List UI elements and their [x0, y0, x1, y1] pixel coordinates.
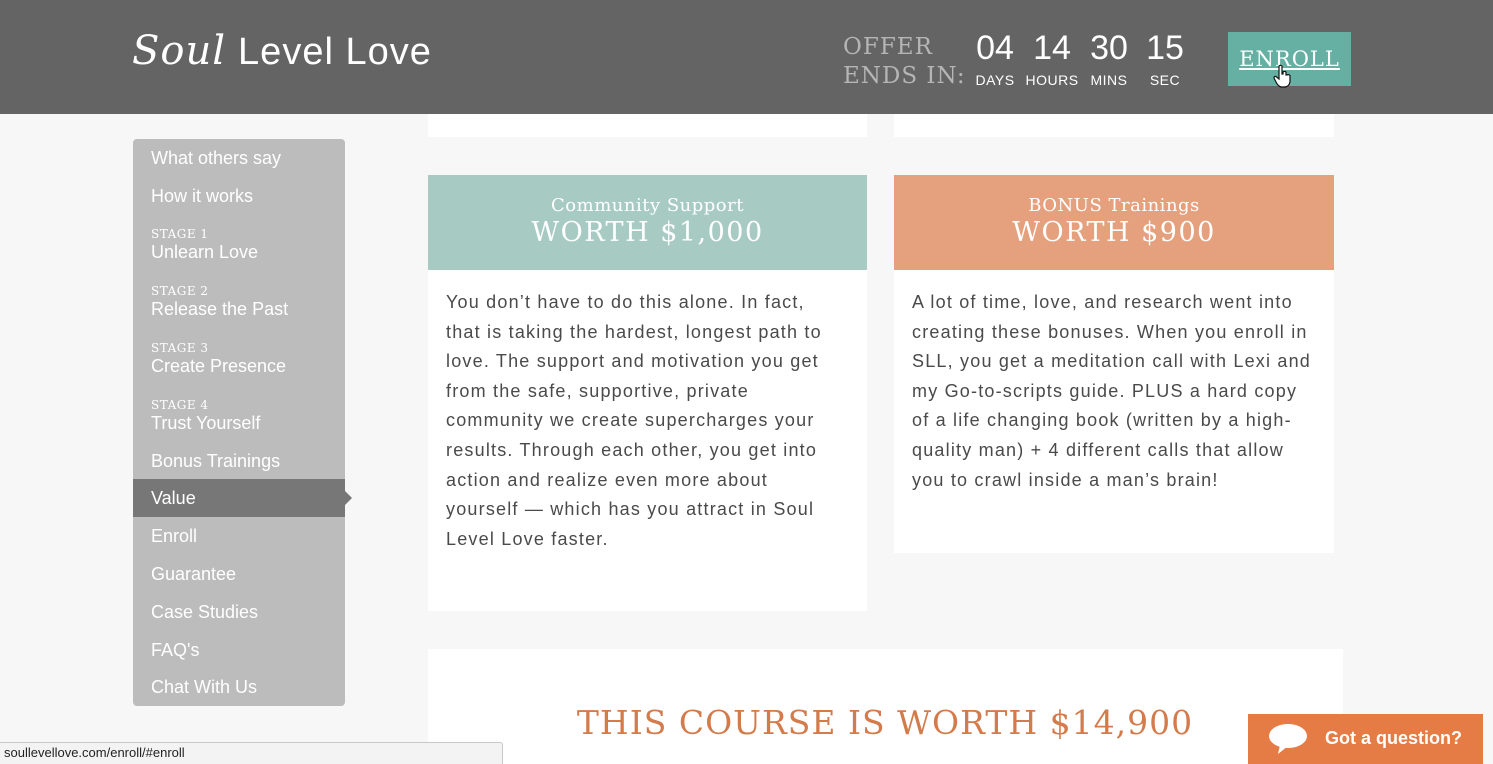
sidebar-item-stage-1[interactable]: STAGE 1 Unlearn Love — [133, 215, 345, 272]
card-worth: WORTH $900 — [1012, 217, 1216, 248]
sidebar-item-stage-2[interactable]: STAGE 2 Release the Past — [133, 272, 345, 329]
offer-ends-label: OFFER ENDS IN: — [843, 33, 968, 91]
card-header: BONUS Trainings WORTH $900 — [894, 175, 1334, 270]
logo-script-text: Soul — [132, 28, 227, 74]
community-support-card: Community Support WORTH $1,000 You don’t… — [428, 175, 867, 611]
stage-number: STAGE 1 — [151, 227, 209, 241]
stage-number: STAGE 4 — [151, 398, 209, 412]
sidebar-item-label: Trust Yourself — [151, 413, 261, 433]
card-subtitle: BONUS Trainings — [1028, 195, 1200, 216]
sidebar-item-label: How it works — [151, 186, 254, 206]
sidebar-item-label: What others say — [151, 148, 282, 168]
site-header: Soul Level Love OFFER ENDS IN: 04 DAYS 1… — [0, 0, 1493, 114]
chat-widget-label: Got a question? — [1325, 728, 1462, 748]
sidebar-item-stage-3[interactable]: STAGE 3 Create Presence — [133, 329, 345, 386]
countdown-sec: 15 SEC — [1125, 30, 1205, 89]
sidebar-item-what-others-say[interactable]: What others say — [133, 139, 345, 177]
sidebar-item-enroll[interactable]: Enroll — [133, 517, 345, 555]
browser-status-bar: soullevellove.com/enroll/#enroll — [0, 742, 503, 764]
card-header: Community Support WORTH $1,000 — [428, 175, 867, 270]
sidebar-nav: What others say How it works STAGE 1 Unl… — [133, 139, 352, 706]
sidebar-item-stage-4[interactable]: STAGE 4 Trust Yourself — [133, 386, 345, 443]
countdown-sec-label: SEC — [1149, 72, 1181, 88]
countdown-sec-value: 15 — [1146, 29, 1184, 67]
status-url: soullevellove.com/enroll/#enroll — [4, 745, 185, 760]
card-body-text: You don’t have to do this alone. In fact… — [446, 292, 822, 549]
speech-bubble-icon — [1269, 724, 1307, 754]
logo-text: Level Love — [238, 31, 432, 73]
bonus-trainings-card: BONUS Trainings WORTH $900 A lot of time… — [894, 175, 1334, 553]
sidebar-item-guarantee[interactable]: Guarantee — [133, 555, 345, 593]
sidebar-item-label: Unlearn Love — [151, 242, 259, 262]
previous-card-bottom — [894, 114, 1334, 137]
offer-line-1: OFFER — [843, 34, 933, 60]
sidebar-item-label: Release the Past — [151, 299, 289, 319]
hand-cursor-icon — [1273, 64, 1291, 88]
sidebar-item-label: Value — [151, 488, 196, 508]
card-subtitle: Community Support — [551, 195, 744, 216]
card-worth: WORTH $1,000 — [531, 217, 764, 248]
sidebar-item-chat-with-us[interactable]: Chat With Us — [133, 669, 345, 706]
sidebar-item-how-it-works[interactable]: How it works — [133, 177, 345, 215]
offer-line-2: ENDS IN: — [843, 63, 966, 89]
sidebar-item-label: Enroll — [151, 526, 198, 546]
sidebar-item-faqs[interactable]: FAQ's — [133, 631, 345, 669]
sidebar-item-value[interactable]: Value — [133, 479, 352, 517]
sidebar-item-label: Guarantee — [151, 564, 237, 584]
sidebar-item-case-studies[interactable]: Case Studies — [133, 593, 345, 631]
stage-number: STAGE 3 — [151, 341, 209, 355]
previous-card-bottom — [428, 114, 867, 137]
card-body-text: A lot of time, love, and research went i… — [912, 292, 1312, 490]
sidebar-item-label: Create Presence — [151, 356, 287, 376]
stage-number: STAGE 2 — [151, 284, 209, 298]
active-pointer-icon — [345, 491, 352, 505]
site-logo[interactable]: Soul Level Love — [132, 28, 432, 88]
sidebar-item-label: Chat With Us — [151, 677, 258, 697]
sidebar-item-bonus-trainings[interactable]: Bonus Trainings — [133, 442, 345, 480]
chat-widget-button[interactable]: Got a question? — [1248, 714, 1483, 764]
sidebar-item-label: Bonus Trainings — [151, 451, 281, 471]
sidebar-item-label: FAQ's — [151, 640, 200, 660]
sidebar-item-label: Case Studies — [151, 602, 259, 622]
